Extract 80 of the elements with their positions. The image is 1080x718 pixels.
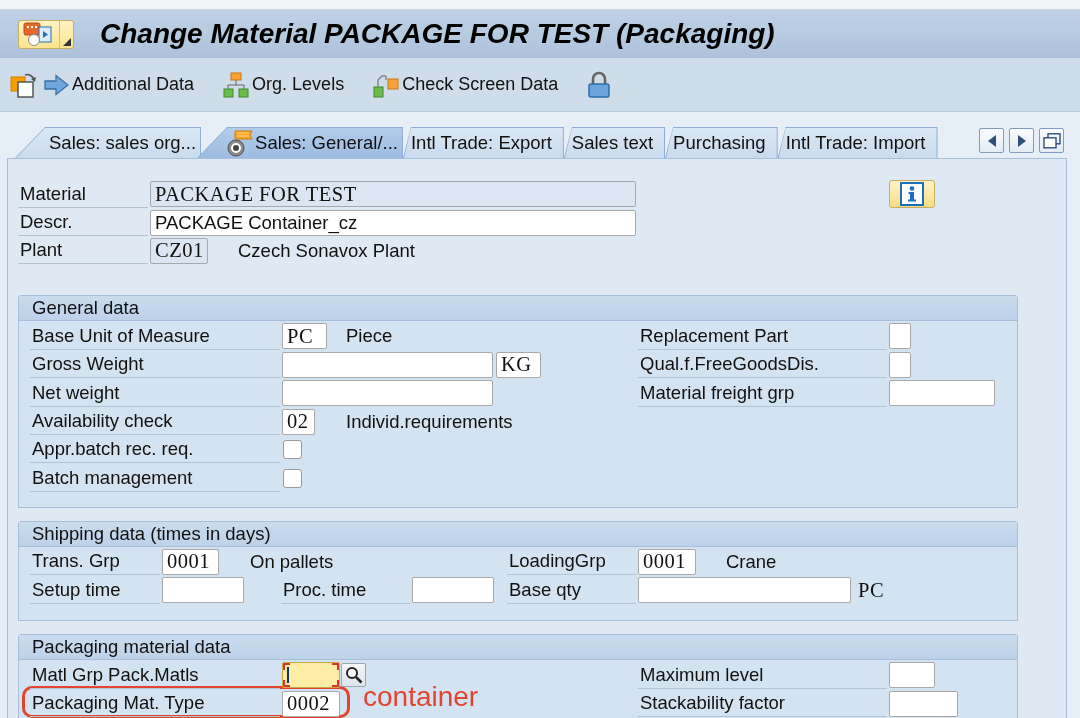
field-label: Maximum level: [638, 662, 887, 689]
field-label: Proc. time: [281, 576, 410, 604]
input-field[interactable]: [282, 351, 493, 378]
tab[interactable]: Sales text: [563, 127, 666, 158]
search-icon: [344, 666, 363, 685]
field-label: Matl Grp Pack.Matls: [30, 662, 280, 689]
input-field[interactable]: PACKAGE FOR TEST: [150, 181, 636, 208]
field-label: Material freight grp: [638, 379, 887, 407]
input-field[interactable]: [889, 351, 911, 378]
field-label: Base Unit of Measure: [30, 322, 280, 350]
field-description: Piece: [346, 325, 393, 348]
field-description: Crane: [726, 550, 777, 573]
field-label: Gross Weight: [30, 351, 280, 379]
group-header: General data: [19, 296, 1017, 322]
field-label: Base qty: [507, 576, 636, 604]
unit-field[interactable]: KG: [496, 351, 541, 378]
field-description: On pallets: [250, 550, 334, 573]
info-icon: [900, 182, 924, 206]
field-label: Material: [18, 180, 148, 208]
field-label: Plant: [18, 237, 148, 265]
unit-label: PC: [858, 578, 885, 602]
field-label: Qual.f.FreeGoodsDis.: [638, 351, 887, 379]
window-menu-icon: [23, 21, 53, 47]
tab[interactable]: Purchasing: [665, 127, 778, 158]
triangle-right-icon: [1017, 134, 1026, 147]
info-button[interactable]: [889, 180, 935, 208]
annotation-label: container: [363, 683, 479, 711]
field-label: Batch management: [30, 464, 280, 492]
group-header: Packaging material data: [19, 635, 1017, 661]
input-field[interactable]: [889, 380, 995, 407]
field-label: Appr.batch rec. req.: [30, 436, 280, 464]
input-field[interactable]: [638, 577, 851, 604]
input-field[interactable]: [412, 577, 494, 604]
tab-scroll-right-button[interactable]: [1009, 128, 1034, 153]
checkbox[interactable]: [283, 468, 302, 488]
tab-list-button[interactable]: [1039, 128, 1064, 153]
tab[interactable]: Intl Trade: Export: [403, 127, 564, 158]
input-field[interactable]: [889, 690, 958, 717]
field-label: Stackability factor: [638, 690, 887, 718]
input-field[interactable]: 0002: [282, 690, 340, 717]
arrow-right-icon: [44, 73, 69, 96]
tab-scroll-left-button[interactable]: [979, 128, 1004, 153]
field-description: Individ.requirements: [346, 410, 513, 433]
toolbar-button[interactable]: Additional Data: [42, 68, 197, 101]
input-field[interactable]: PACKAGE Container_cz: [150, 209, 636, 236]
field-label: Descr.: [18, 209, 148, 237]
search-help-button[interactable]: [341, 663, 366, 688]
field-label: Packaging Mat. Type: [30, 690, 280, 718]
field-label: Replacement Part: [638, 322, 887, 350]
menu-button[interactable]: [18, 19, 74, 49]
field-description: Czech Sonavox Plant: [238, 239, 415, 262]
input-field[interactable]: CZ01: [150, 237, 208, 264]
flag-ring-icon: [227, 129, 254, 157]
input-field[interactable]: PC: [282, 323, 327, 350]
input-field[interactable]: 0001: [162, 548, 219, 575]
hierarchy-icon: [223, 71, 250, 98]
field-label: LoadingGrp: [507, 548, 636, 576]
input-field[interactable]: 0001: [638, 548, 696, 575]
tab[interactable]: Intl Trade: Import: [777, 127, 938, 158]
windows-icon: [1042, 132, 1061, 149]
input-field[interactable]: [282, 380, 493, 407]
field-label: Setup time: [30, 576, 160, 604]
toolbar-button[interactable]: Org. Levels: [221, 68, 347, 101]
group-header: Shipping data (times in days): [19, 521, 1017, 547]
input-field[interactable]: 02: [282, 408, 315, 435]
input-field[interactable]: [162, 577, 244, 604]
window-title: Change Material PACKAGE FOR TEST (Packaging): [100, 18, 775, 50]
input-field[interactable]: [889, 662, 935, 689]
toolbar-button[interactable]: Check Screen Data: [371, 68, 561, 101]
tab[interactable]: Sales: General/...: [197, 127, 403, 158]
checkbox[interactable]: [283, 440, 302, 460]
padlock-icon: [587, 70, 612, 99]
input-field[interactable]: [889, 323, 911, 350]
field-label: Availability check: [30, 408, 280, 436]
field-label: Net weight: [30, 379, 280, 407]
input-field[interactable]: [282, 662, 340, 689]
corner-triangle-icon: [63, 37, 71, 46]
field-label: Trans. Grp: [30, 548, 160, 576]
tab[interactable]: Sales: sales org...: [15, 127, 202, 158]
triangle-left-icon: [987, 134, 996, 147]
